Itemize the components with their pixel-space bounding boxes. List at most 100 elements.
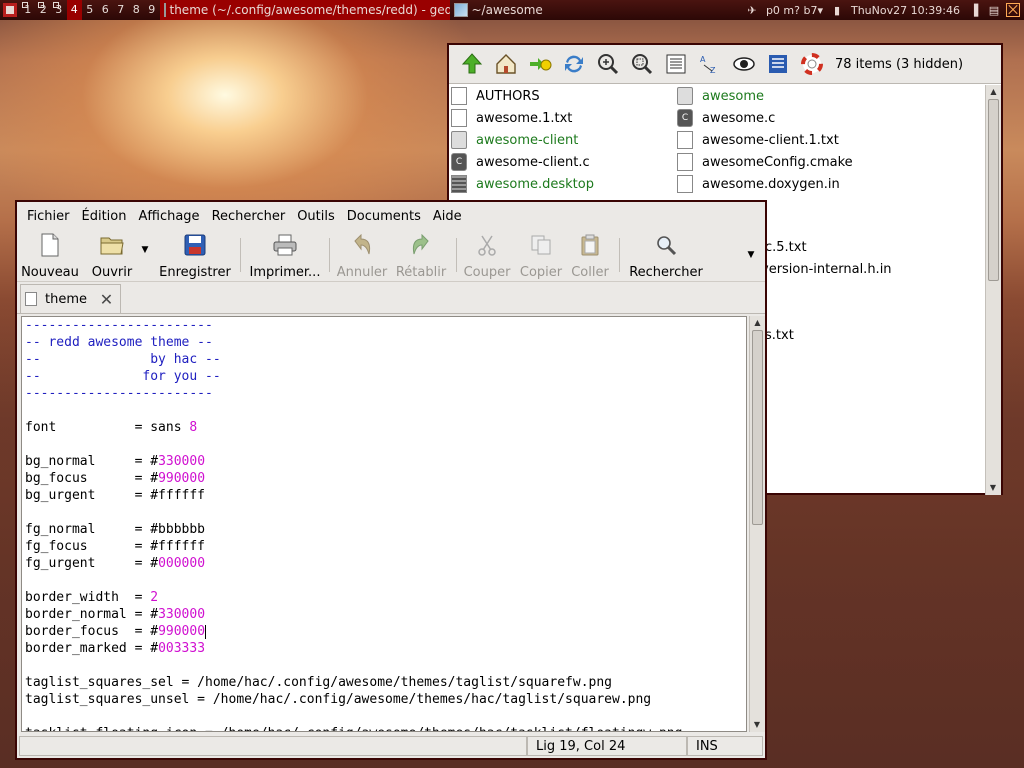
list-view-button[interactable] <box>659 47 693 81</box>
cut-button[interactable]: Couper <box>463 230 511 280</box>
scroll-up-arrow-icon[interactable]: ▲ <box>750 316 765 330</box>
menu-outils[interactable]: Outils <box>291 209 341 224</box>
file-name: awesome <box>702 88 764 104</box>
find-button-label: Rechercher <box>629 265 703 280</box>
sort-button[interactable]: AZ <box>693 47 727 81</box>
code-comment: ------------------------ <box>25 386 213 401</box>
scrollbar-thumb[interactable] <box>988 99 999 281</box>
file-item[interactable]: AUTHORS <box>451 85 677 107</box>
code-comment: -- redd awesome theme -- <box>25 335 213 350</box>
code-text: bg_focus = # <box>25 471 159 486</box>
bird-tray-icon[interactable]: ✈ <box>744 2 760 18</box>
code-number: 000000 <box>158 556 206 571</box>
details-icon <box>769 55 787 73</box>
document-icon <box>25 292 37 306</box>
editor-scrollbar[interactable]: ▲ ▼ <box>749 316 765 732</box>
tag-9[interactable]: 9 <box>144 0 160 20</box>
zoom-best-fit-button[interactable] <box>625 47 659 81</box>
file-list-scrollbar[interactable]: ▲ ▼ <box>985 85 1001 495</box>
code-line: border_width = 2 <box>22 589 746 606</box>
volume-icon[interactable]: ▤ <box>986 2 1002 18</box>
scrollbar-thumb[interactable] <box>752 330 763 525</box>
code-text: border_width = <box>25 590 151 605</box>
file-name: awesomeConfig.cmake <box>702 154 853 170</box>
copy-button[interactable]: Copier <box>517 230 565 280</box>
refresh-button[interactable] <box>557 47 591 81</box>
code-line: -- redd awesome theme -- <box>22 334 746 351</box>
task-file-manager[interactable]: ~/awesome <box>450 0 547 20</box>
file-column-2: awesome Cawesome.c awesome-client.1.txt awe… <box>677 85 903 195</box>
undo-button-label: Annuler <box>336 265 388 280</box>
partial-file-name[interactable]: s.txt <box>765 325 892 347</box>
undo-button[interactable]: Annuler <box>336 230 388 280</box>
tag-2[interactable]: 2 <box>36 0 52 20</box>
code-number: 990000 <box>158 471 206 486</box>
menu-edition[interactable]: Édition <box>76 209 133 224</box>
code-number: 8 <box>189 420 198 435</box>
close-icon[interactable]: ✕ <box>99 290 114 309</box>
tag-7[interactable]: 7 <box>113 0 129 20</box>
zoom-in-button[interactable] <box>591 47 625 81</box>
file-item[interactable]: Cawesome.c <box>677 107 903 129</box>
menu-rechercher[interactable]: Rechercher <box>206 209 292 224</box>
scroll-down-arrow-icon[interactable]: ▼ <box>986 481 1000 495</box>
toolbar-separator <box>456 238 457 272</box>
menu-fichier[interactable]: Fichier <box>21 209 76 224</box>
partial-file-name[interactable]: version-internal.h.in <box>761 259 892 281</box>
tag-4[interactable]: 4 <box>66 0 82 20</box>
file-name: AUTHORS <box>476 88 540 104</box>
scroll-down-arrow-icon[interactable]: ▼ <box>750 718 764 732</box>
print-button[interactable]: Imprimer... <box>247 230 323 280</box>
scroll-up-arrow-icon[interactable]: ▲ <box>986 85 1001 99</box>
file-item[interactable]: awesome <box>677 85 903 107</box>
file-item[interactable]: awesome.doxygen.in <box>677 173 903 195</box>
tag-1[interactable]: 1 <box>20 0 36 20</box>
layout-floating-icon[interactable] <box>1006 3 1020 17</box>
file-item[interactable]: awesome.1.txt <box>451 107 677 129</box>
zoom-in-icon <box>598 54 619 75</box>
save-button[interactable]: Enregistrer <box>156 230 234 280</box>
tag-8[interactable]: 8 <box>129 0 145 20</box>
find-button[interactable]: Rechercher <box>626 230 706 280</box>
file-item[interactable]: Cawesome-client.c <box>451 151 677 173</box>
go-to-button[interactable] <box>523 47 557 81</box>
file-item[interactable]: awesome.desktop <box>451 173 677 195</box>
new-button[interactable]: Nouveau <box>20 230 80 280</box>
file-item[interactable]: awesome-client.1.txt <box>677 129 903 151</box>
paste-button[interactable]: Coller <box>567 230 613 280</box>
menu-affichage[interactable]: Affichage <box>132 209 205 224</box>
redo-button-label: Rétablir <box>395 265 447 280</box>
open-button-label: Ouvrir <box>91 265 133 280</box>
text-file-icon <box>451 87 467 105</box>
details-button[interactable] <box>761 47 795 81</box>
menu-aide[interactable]: Aide <box>427 209 468 224</box>
code-comment: ------------------------ <box>25 318 213 333</box>
go-up-button[interactable] <box>455 47 489 81</box>
tag-5[interactable]: 5 <box>82 0 98 20</box>
menu-documents[interactable]: Documents <box>341 209 427 224</box>
tag-6[interactable]: 6 <box>98 0 114 20</box>
tab-label: theme <box>45 291 87 307</box>
home-button[interactable] <box>489 47 523 81</box>
file-name: awesome-client <box>476 132 579 148</box>
open-recent-dropdown-icon[interactable]: ▼ <box>138 230 152 270</box>
file-item[interactable]: awesome-client <box>451 129 677 151</box>
tab-theme[interactable]: theme ✕ <box>20 284 121 313</box>
awesome-menu-icon[interactable] <box>0 0 20 20</box>
show-hidden-button[interactable] <box>727 47 761 81</box>
task-gedit[interactable]: theme (~/.config/awesome/themes/redd) - … <box>159 0 450 20</box>
toolbar-overflow-icon[interactable]: ▼ <box>741 230 761 280</box>
file-item[interactable]: awesomeConfig.cmake <box>677 151 903 173</box>
partial-file-name[interactable]: c.5.txt <box>765 237 892 259</box>
help-button[interactable] <box>795 47 829 81</box>
open-button[interactable]: Ouvrir <box>86 230 138 280</box>
text-editor[interactable]: ------------------------ -- redd awesome … <box>21 316 747 732</box>
save-button-label: Enregistrer <box>159 265 231 280</box>
tag-3[interactable]: 3 <box>51 0 67 20</box>
network-icon[interactable]: ▐ <box>966 2 982 18</box>
redo-button[interactable]: Rétablir <box>392 230 450 280</box>
text-cursor <box>205 624 207 639</box>
